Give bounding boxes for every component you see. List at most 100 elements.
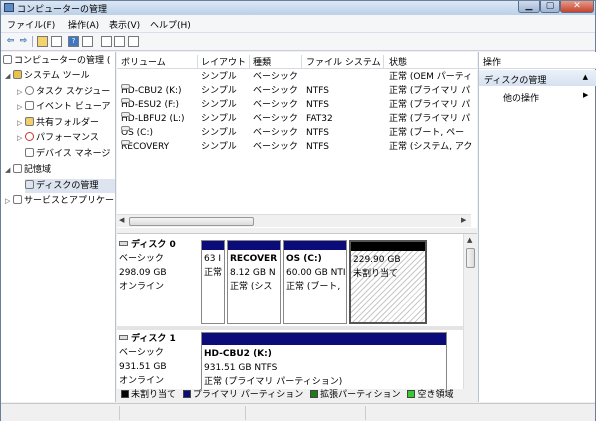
table-cell: ベーシック: [253, 100, 298, 110]
check-icon[interactable]: [114, 36, 125, 47]
more-actions[interactable]: 他の操作 ▶: [503, 91, 588, 104]
column-layout[interactable]: レイアウト: [201, 55, 246, 69]
menu-action[interactable]: 操作(A): [68, 18, 99, 31]
expand-icon[interactable]: ▷: [17, 100, 25, 114]
status-bar: [1, 403, 595, 421]
extra-icon[interactable]: [128, 36, 139, 47]
table-cell: ベーシック: [253, 142, 298, 152]
collapse-icon[interactable]: ◢: [5, 163, 13, 177]
tree-shared-folders[interactable]: ▷ 共有フォルダー: [17, 116, 99, 130]
column-filesystem[interactable]: ファイル システム: [306, 55, 381, 69]
table-cell: NTFS: [306, 142, 329, 152]
expand-icon[interactable]: ▷: [17, 131, 25, 145]
up-folder-icon[interactable]: [37, 36, 48, 47]
partition-recovery[interactable]: RECOVER 8.12 GB N 正常 (シス: [227, 240, 281, 324]
toolbar-separator: [32, 36, 33, 47]
partition-oem[interactable]: 63 I 正常: [201, 240, 225, 324]
maximize-button[interactable]: ▢: [540, 1, 560, 13]
menu-view[interactable]: 表示(V): [109, 18, 140, 31]
help-icon[interactable]: ?: [68, 36, 79, 47]
title-bar[interactable]: コンピューターの管理 ▁ ▢ ✕: [1, 1, 595, 15]
vertical-scrollbar[interactable]: ▲ ▼: [463, 234, 477, 402]
disk-icon: [119, 335, 128, 340]
table-cell: シンプル: [201, 114, 237, 124]
expand-icon[interactable]: ▷: [17, 116, 25, 130]
column-divider[interactable]: [383, 55, 384, 69]
forward-arrow-icon[interactable]: ⇨: [18, 36, 29, 47]
column-volume[interactable]: ボリューム: [121, 55, 166, 69]
disk-status: オンライン: [119, 282, 165, 292]
scroll-left-icon[interactable]: ◀: [119, 216, 129, 224]
app-window: コンピューターの管理 ▁ ▢ ✕ ファイル(F) 操作(A) 表示(V) ヘルプ…: [0, 0, 596, 421]
disk-size: 931.51 GB: [119, 362, 167, 372]
table-cell: HD-CBU2 (K:): [121, 84, 182, 96]
table-row[interactable]: HD-LBFU2 (L:) シンプル ベーシック FAT32 正常 (プライマリ パ: [117, 112, 477, 126]
scroll-right-icon[interactable]: ▶: [461, 216, 471, 224]
scrollbar-thumb[interactable]: [129, 217, 254, 226]
minimize-button[interactable]: ▁: [518, 1, 540, 13]
table-cell: シンプル: [201, 142, 237, 152]
tree-storage[interactable]: ◢ 記憶域: [5, 163, 51, 177]
column-divider[interactable]: [301, 55, 302, 69]
table-row[interactable]: OS (C:) シンプル ベーシック NTFS 正常 (ブート, ペー: [117, 126, 477, 140]
table-cell: ベーシック: [253, 72, 298, 82]
column-divider[interactable]: [197, 55, 198, 69]
window-title: コンピューターの管理: [17, 5, 108, 15]
disk-icon: [119, 241, 128, 246]
collapse-icon[interactable]: ◢: [5, 69, 13, 83]
tree-task-scheduler[interactable]: ▷ タスク スケジュー: [17, 85, 110, 99]
partition-unallocated[interactable]: 229.90 GB 未割り当て: [349, 240, 427, 324]
table-cell: シンプル: [201, 100, 237, 110]
disk-size: 298.09 GB: [119, 268, 167, 278]
close-button[interactable]: ✕: [560, 1, 594, 13]
menu-help[interactable]: ヘルプ(H): [150, 18, 191, 31]
horizontal-scrollbar[interactable]: ◀ ▶: [117, 214, 471, 227]
properties-icon[interactable]: [101, 36, 112, 47]
legend-swatch-extended: [310, 390, 319, 398]
table-row[interactable]: シンプル ベーシック 正常 (OEM パーティ: [117, 70, 477, 84]
event-log-icon: [25, 101, 34, 110]
disk-type: ベーシック: [119, 254, 164, 264]
table-cell: ベーシック: [253, 128, 298, 138]
table-cell: FAT32: [306, 114, 333, 124]
tree-device-manager[interactable]: デバイス マネージ: [25, 147, 110, 161]
table-cell: 正常 (ブート, ペー: [389, 128, 465, 138]
legend-free: 空き領域: [417, 390, 454, 400]
expand-icon[interactable]: ▷: [5, 194, 13, 208]
tree-disk-management[interactable]: ディスクの管理: [25, 179, 115, 193]
disk-1-info[interactable]: ディスク 1 ベーシック 931.51 GB オンライン: [119, 332, 199, 388]
expand-icon[interactable]: ▷: [17, 85, 25, 99]
tree-root[interactable]: コンピューターの管理 (: [3, 54, 110, 68]
disk-type: ベーシック: [119, 348, 164, 358]
table-cell: シンプル: [201, 86, 237, 96]
scroll-up-icon[interactable]: ▲: [467, 236, 472, 244]
table-row[interactable]: RECOVERY シンプル ベーシック NTFS 正常 (システム, アク: [117, 140, 477, 154]
device-manager-icon: [25, 148, 34, 157]
console-icon[interactable]: [82, 36, 93, 47]
partition-os-c[interactable]: OS (C:) 60.00 GB NTI 正常 (ブート,: [283, 240, 347, 324]
disk-0-info[interactable]: ディスク 0 ベーシック 298.09 GB オンライン: [119, 238, 199, 294]
status-cell: [365, 406, 477, 420]
tree-performance[interactable]: ▷ パフォーマンス: [17, 131, 99, 145]
table-cell: NTFS: [306, 100, 329, 110]
back-arrow-icon[interactable]: ⇦: [5, 36, 16, 47]
tree-event-viewer[interactable]: ▷ イベント ビューア: [17, 100, 111, 114]
column-divider[interactable]: [249, 55, 250, 69]
column-status[interactable]: 状態: [389, 55, 407, 69]
column-type[interactable]: 種類: [253, 55, 271, 69]
table-row[interactable]: HD-ESU2 (F:) シンプル ベーシック NTFS 正常 (プライマリ パ: [117, 98, 477, 112]
collapse-section-icon[interactable]: ▲: [583, 73, 588, 81]
table-cell: シンプル: [201, 128, 237, 138]
table-cell: 正常 (プライマリ パ: [389, 100, 471, 110]
table-row[interactable]: HD-CBU2 (K:) シンプル ベーシック NTFS 正常 (プライマリ パ: [117, 84, 477, 98]
tree-services[interactable]: ▷ サービスとアプリケー: [5, 194, 114, 208]
menu-file[interactable]: ファイル(F): [7, 18, 55, 31]
show-tree-icon[interactable]: [51, 36, 62, 47]
actions-section-disk-management[interactable]: ディスクの管理 ▲: [479, 70, 596, 86]
table-cell: NTFS: [306, 86, 329, 96]
tree-system-tools[interactable]: ◢ システム ツール: [5, 69, 90, 83]
partition-hd-cbu2-k[interactable]: HD-CBU2 (K:) 931.51 GB NTFS 正常 (プライマリ パーティ…: [201, 332, 447, 394]
table-cell: 正常 (プライマリ パ: [389, 114, 471, 124]
status-cell: [245, 406, 365, 420]
scrollbar-thumb[interactable]: [466, 248, 475, 268]
